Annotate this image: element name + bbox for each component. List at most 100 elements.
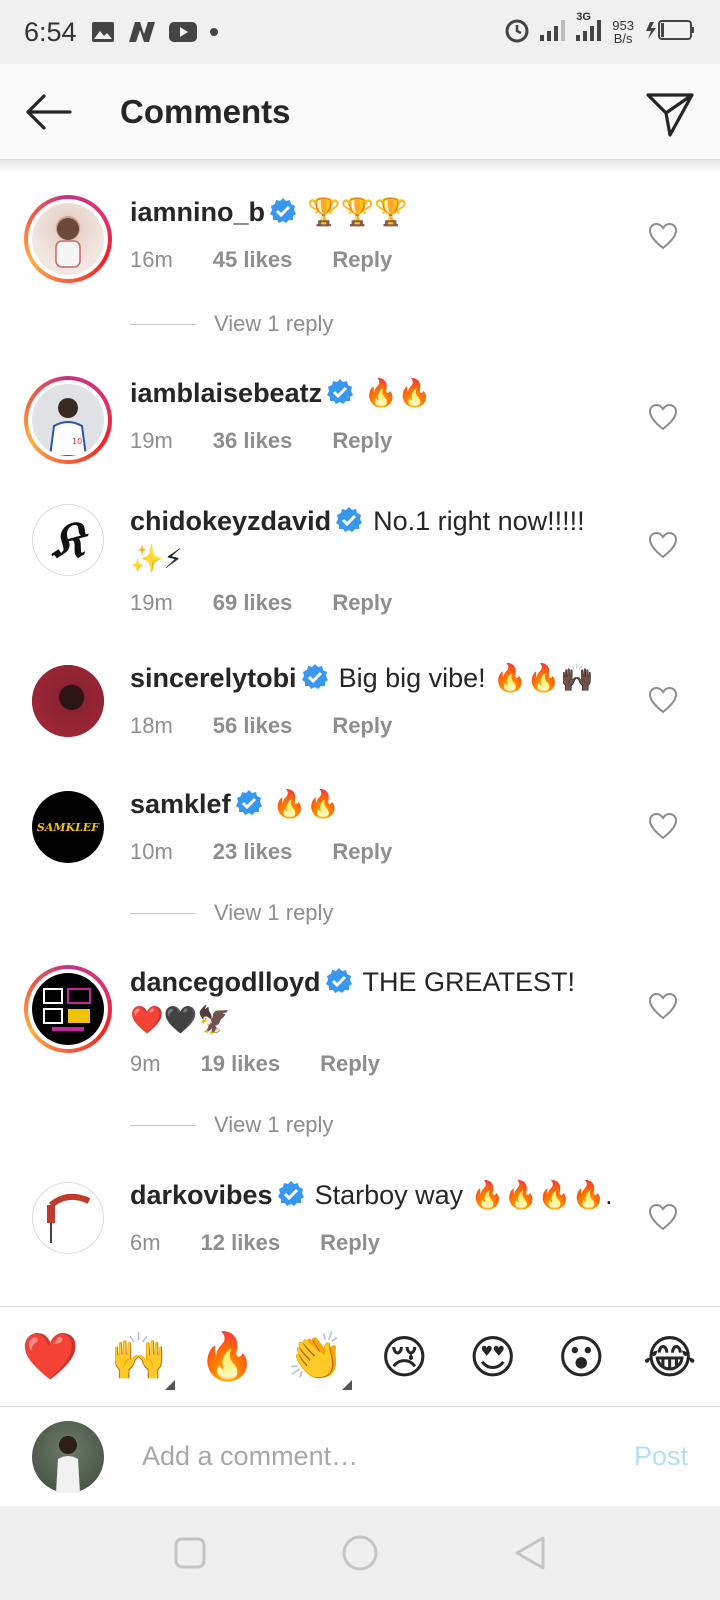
- reply-button[interactable]: Reply: [332, 839, 392, 865]
- avatar[interactable]: [32, 665, 104, 737]
- gallery-notification-icon: [91, 21, 115, 43]
- profile-photo: 10: [32, 384, 104, 456]
- comment-time: 10m: [130, 839, 173, 864]
- back-button[interactable]: [0, 64, 96, 160]
- reply-button[interactable]: Reply: [332, 590, 392, 616]
- like-heart-icon[interactable]: [648, 991, 678, 1021]
- comment-username[interactable]: darkovibes: [130, 1180, 273, 1210]
- add-comment-input[interactable]: [142, 1441, 582, 1472]
- comment-text: 🏆🏆🏆: [307, 197, 408, 227]
- emoji-surprised-button[interactable]: 😮: [549, 1330, 613, 1384]
- comment-username[interactable]: chidokeyzdavid: [130, 506, 331, 536]
- avatar[interactable]: [32, 1182, 104, 1254]
- comment-meta: 10m 23 likes Reply: [130, 839, 630, 865]
- svg-text:10: 10: [72, 437, 82, 446]
- direct-send-icon: [646, 93, 694, 137]
- comment-username[interactable]: iamnino_b: [130, 197, 265, 227]
- comment-composer: Post: [0, 1406, 720, 1506]
- like-heart-icon[interactable]: [648, 1202, 678, 1232]
- network-type-label: 3G: [576, 10, 591, 23]
- comment-likes[interactable]: 23 likes: [213, 839, 293, 865]
- view-replies-button[interactable]: View 1 reply: [130, 311, 333, 337]
- emoji-raising-hands-button[interactable]: 🙌: [107, 1329, 175, 1390]
- comment-username[interactable]: samklef: [130, 789, 231, 819]
- avatar-monogram-logo: 𝔎: [51, 510, 85, 569]
- comment-meta: 6m 12 likes Reply: [130, 1230, 630, 1256]
- view-replies-label: View 1 reply: [214, 900, 334, 925]
- status-time: 6:54: [24, 16, 77, 47]
- emoji-clapping-glyph: 👏: [287, 1330, 345, 1382]
- comment-time: 19m: [130, 428, 173, 453]
- post-button[interactable]: Post: [634, 1441, 688, 1472]
- emoji-crying-button[interactable]: 😢: [372, 1330, 436, 1384]
- comment-text: 🔥🔥: [364, 378, 432, 408]
- avatar[interactable]: 𝔎: [32, 504, 104, 576]
- comment-likes[interactable]: 12 likes: [201, 1230, 281, 1256]
- avatar[interactable]: [24, 195, 112, 283]
- like-heart-icon[interactable]: [648, 685, 678, 715]
- news-app-notification-icon: [127, 20, 157, 44]
- like-heart-icon[interactable]: [648, 811, 678, 841]
- like-heart-icon[interactable]: [648, 221, 678, 251]
- reply-button[interactable]: Reply: [332, 713, 392, 739]
- comment-text: Starboy way 🔥🔥🔥🔥.: [314, 1180, 613, 1210]
- comment-time: 9m: [130, 1051, 161, 1076]
- emoji-tears-of-joy-button[interactable]: 😂: [638, 1330, 702, 1384]
- emoji-red-heart-button[interactable]: ❤️: [18, 1329, 82, 1384]
- reply-button[interactable]: Reply: [320, 1230, 380, 1256]
- avatar[interactable]: SAMKLEF: [32, 791, 104, 863]
- reply-button[interactable]: Reply: [332, 428, 392, 454]
- emoji-clapping-button[interactable]: 👏: [284, 1329, 352, 1390]
- avatar[interactable]: [24, 965, 112, 1053]
- verified-badge-icon: [277, 1180, 305, 1216]
- like-heart-icon[interactable]: [648, 530, 678, 560]
- comment-username[interactable]: sincerelytobi: [130, 663, 297, 693]
- view-replies-line: [130, 323, 196, 325]
- view-replies-button[interactable]: View 1 reply: [130, 1112, 333, 1138]
- reply-button[interactable]: Reply: [332, 247, 392, 273]
- comment-username[interactable]: iamblaisebeatz: [130, 378, 322, 408]
- comments-header: Comments: [0, 64, 720, 160]
- view-replies-button[interactable]: View 1 reply: [130, 900, 333, 926]
- profile-photo: [32, 203, 104, 275]
- alarm-icon: [504, 17, 530, 48]
- view-replies-label: View 1 reply: [214, 1112, 334, 1137]
- youtube-notification-icon: [168, 22, 197, 42]
- header-divider: [0, 160, 720, 174]
- verified-badge-icon: [335, 506, 363, 542]
- skin-tone-indicator-icon: [164, 1380, 175, 1390]
- comment-username[interactable]: dancegodlloyd: [130, 967, 321, 997]
- verified-badge-icon: [235, 789, 263, 825]
- emoji-fire-button[interactable]: 🔥: [195, 1329, 259, 1384]
- recent-apps-button[interactable]: [160, 1523, 220, 1583]
- back-arrow-icon: [26, 93, 72, 130]
- emoji-heart-eyes-button[interactable]: 😍: [461, 1330, 525, 1384]
- status-bar: 6:54 3G 953 B/s: [0, 0, 720, 64]
- system-back-button[interactable]: [500, 1523, 560, 1583]
- status-right-icons: 3G 953 B/s: [504, 11, 696, 48]
- network-speed: 953 B/s: [612, 19, 634, 45]
- comment-meta: 19m 69 likes Reply: [130, 590, 590, 616]
- profile-photo: [33, 1183, 103, 1253]
- more-notifications-dot-icon: [209, 27, 219, 37]
- profile-photo: 𝔎: [33, 505, 103, 575]
- avatar[interactable]: 10: [24, 376, 112, 464]
- comment-time: 18m: [130, 713, 173, 738]
- comment-likes[interactable]: 69 likes: [213, 590, 293, 616]
- comment-likes[interactable]: 19 likes: [201, 1051, 281, 1077]
- profile-photo: [32, 973, 104, 1045]
- like-heart-icon[interactable]: [648, 402, 678, 432]
- network-speed-unit: B/s: [613, 31, 633, 46]
- signal-icon-2: 3G: [576, 11, 602, 46]
- comment-likes[interactable]: 56 likes: [213, 713, 293, 739]
- comment-meta: 19m 36 likes Reply: [130, 428, 630, 454]
- comment-likes[interactable]: 45 likes: [213, 247, 293, 273]
- signal-icon-1: [540, 19, 566, 46]
- reply-button[interactable]: Reply: [320, 1051, 380, 1077]
- comment-likes[interactable]: 36 likes: [213, 428, 293, 454]
- share-button[interactable]: [638, 82, 702, 146]
- system-navigation-bar: [0, 1506, 720, 1600]
- home-button[interactable]: [330, 1523, 390, 1583]
- verified-badge-icon: [326, 378, 354, 414]
- emoji-raising-hands-glyph: 🙌: [110, 1330, 168, 1382]
